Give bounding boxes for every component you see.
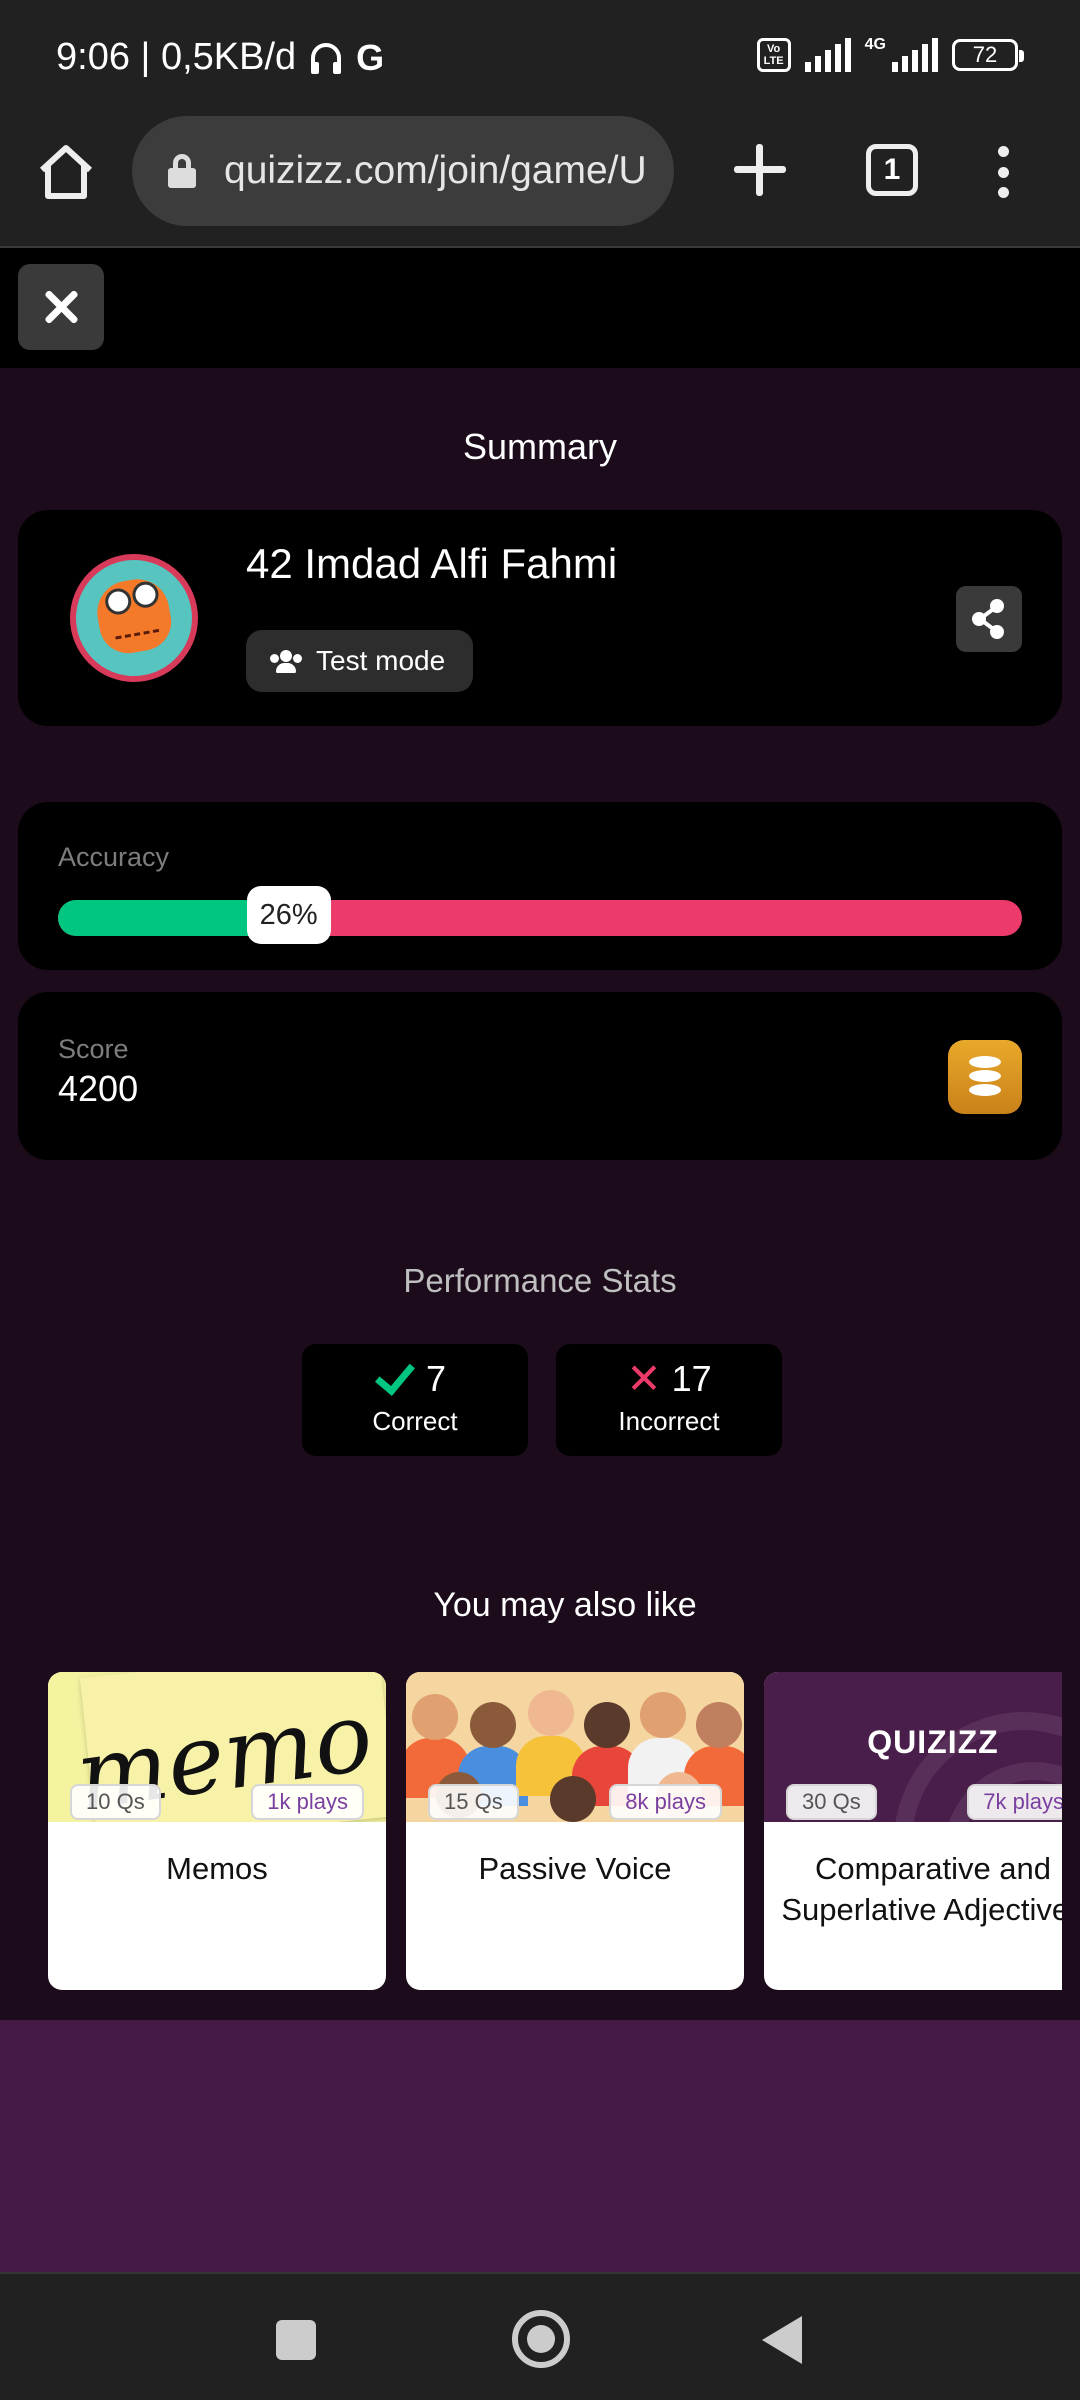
incorrect-label: Incorrect xyxy=(618,1406,720,1436)
recent-apps-button[interactable] xyxy=(276,2320,316,2360)
home-icon[interactable] xyxy=(34,140,98,204)
status-bar: 9:06 | 0,5KB/d G Vo LTE 4G 72 xyxy=(0,0,1080,110)
quiz-card-comparative-adjectives[interactable]: QUIZIZZ 30 Qs 7k plays Comparative and S… xyxy=(764,1672,1062,1990)
page-footer-area xyxy=(0,2020,1080,2272)
google-icon: G xyxy=(356,36,385,78)
avatar xyxy=(70,554,198,682)
headphones-icon xyxy=(311,42,342,74)
status-time: 9:06 | 0,5KB/d xyxy=(56,36,297,78)
summary-title: Summary xyxy=(462,426,618,467)
url-bar[interactable]: quizizz.com/join/game/U xyxy=(132,116,674,226)
users-icon xyxy=(270,650,302,673)
quiz-title: Comparative and Superlative Adjectives xyxy=(781,1851,1062,1927)
back-button[interactable] xyxy=(762,2316,802,2364)
correct-label: Correct xyxy=(372,1406,458,1436)
play-count: 7k plays xyxy=(967,1784,1062,1820)
signal-icon-2 xyxy=(892,38,938,72)
play-count: 1k plays xyxy=(251,1784,364,1820)
tabs-button[interactable]: 1 xyxy=(866,144,918,196)
quizizz-logo: QUIZIZZ xyxy=(867,1724,999,1760)
score-label: Score xyxy=(58,1034,129,1064)
accuracy-bar xyxy=(58,900,1022,936)
score-value: 4200 xyxy=(58,1068,139,1109)
status-left: 9:06 | 0,5KB/d G xyxy=(56,36,384,79)
mode-badge: Test mode xyxy=(246,630,474,692)
signal-icon xyxy=(804,38,851,72)
new-tab-button[interactable] xyxy=(730,140,790,200)
cross-icon: ✕ xyxy=(626,1355,662,1402)
mode-label: Test mode xyxy=(316,645,446,676)
volte-icon: Vo LTE xyxy=(756,38,791,72)
score-card: Score 4200 xyxy=(18,992,1062,1160)
lock-icon xyxy=(168,154,196,188)
quiz-topbar xyxy=(0,248,1080,368)
close-button[interactable] xyxy=(18,264,104,350)
question-count: 30 Qs xyxy=(786,1784,877,1820)
network-type: 4G xyxy=(864,36,886,53)
home-button[interactable] xyxy=(512,2310,570,2368)
quiz-card-passive-voice[interactable]: 15 Qs 8k plays Passive Voice xyxy=(406,1672,744,1990)
share-icon xyxy=(972,599,1004,639)
quiz-title: Memos xyxy=(166,1851,268,1886)
system-nav-bar xyxy=(0,2272,1080,2400)
player-card: 42 Imdad Alfi Fahmi Test mode xyxy=(18,510,1062,726)
share-button[interactable] xyxy=(956,586,1022,652)
question-count: 10 Qs xyxy=(70,1784,161,1820)
browser-toolbar: quizizz.com/join/game/U 1 xyxy=(0,110,1080,248)
incorrect-stat: ✕ 17 Incorrect xyxy=(556,1344,782,1456)
accuracy-card: Accuracy 26% xyxy=(18,802,1062,970)
menu-icon[interactable] xyxy=(996,146,1010,198)
performance-title: Performance Stats xyxy=(403,1262,677,1299)
battery-icon: 72 xyxy=(952,39,1024,71)
recommendations-row[interactable]: memo 10 Qs 1k plays Memos 15 Qs 8k plays… xyxy=(48,1672,1062,2002)
correct-count: 7 xyxy=(425,1358,447,1399)
play-count: 8k plays xyxy=(609,1784,722,1820)
status-right: Vo LTE 4G 72 xyxy=(756,36,1024,72)
question-count: 15 Qs xyxy=(428,1784,519,1820)
url-text: quizizz.com/join/game/U xyxy=(224,149,647,192)
accuracy-label: Accuracy xyxy=(58,842,170,872)
accuracy-percent: 26% xyxy=(246,886,331,944)
quiz-title: Passive Voice xyxy=(478,1851,672,1886)
player-name: 42 Imdad Alfi Fahmi xyxy=(246,540,618,587)
incorrect-count: 17 xyxy=(671,1358,712,1399)
summary-content: Summary 42 Imdad Alfi Fahmi Test mode Ac… xyxy=(0,368,1080,2020)
quiz-card-memos[interactable]: memo 10 Qs 1k plays Memos xyxy=(48,1672,386,1990)
check-icon xyxy=(374,1354,415,1396)
recommendations-title: You may also like xyxy=(433,1586,697,1624)
monster-avatar-icon xyxy=(92,574,176,658)
coins-icon xyxy=(948,1040,1022,1114)
correct-stat: 7 Correct xyxy=(302,1344,528,1456)
